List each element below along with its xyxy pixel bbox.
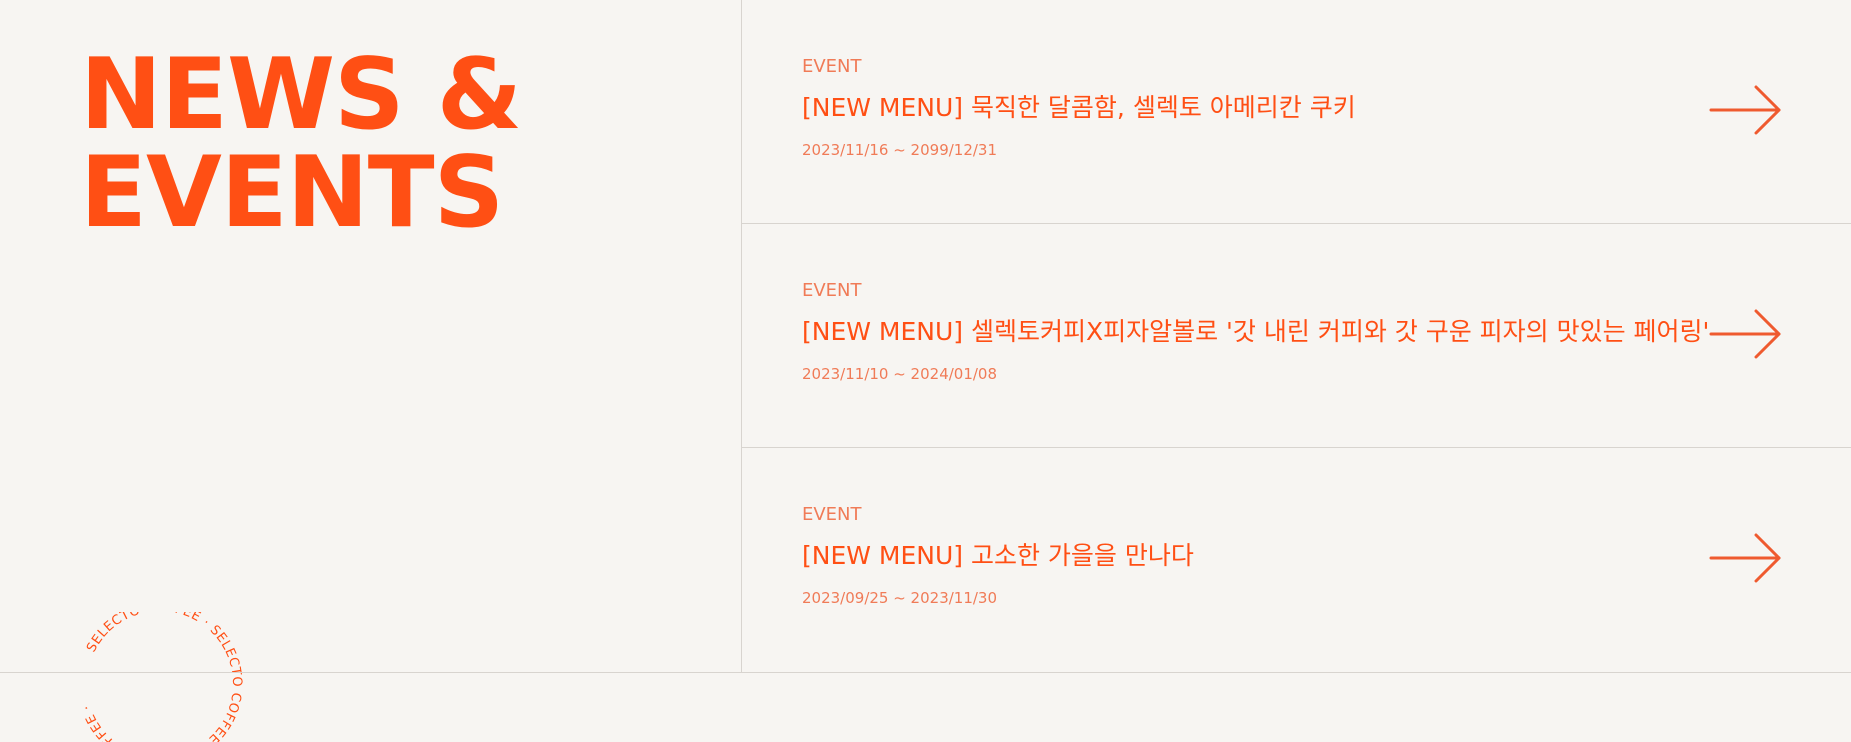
page-title-line-2: EVENTS <box>80 136 504 250</box>
event-dates-2: 2023/11/10 ~ 2024/01/08 <box>802 365 998 383</box>
section-heading-panel: NEWS & EVENTS SELECTO COFFEE · SELECTO C… <box>0 0 741 742</box>
arrow-right-icon[interactable] <box>1709 308 1783 362</box>
event-item-3[interactable]: EVENT [NEW MENU] 고소한 가을을 만나다 2023/09/25 … <box>742 448 1851 673</box>
arrow-right-icon-svg <box>1709 533 1781 583</box>
events-list: EVENT [NEW MENU] 묵직한 달콤함, 셀렉토 아메리칸 쿠키 20… <box>742 0 1851 673</box>
event-title-1[interactable]: [NEW MENU] 묵직한 달콤함, 셀렉토 아메리칸 쿠키 <box>802 93 1356 123</box>
badge-ring-svg: SELECTO COFFEE · SELECTO COFFEE · SELECT… <box>82 612 244 742</box>
arrow-right-icon[interactable] <box>1709 532 1783 586</box>
event-dates-1: 2023/11/16 ~ 2099/12/31 <box>802 141 998 159</box>
badge-circular-text: SELECTO COFFEE · SELECTO COFFEE · SELECT… <box>82 612 244 742</box>
arrow-right-icon-svg <box>1709 85 1781 135</box>
event-category-3: EVENT <box>802 504 862 525</box>
event-item-1[interactable]: EVENT [NEW MENU] 묵직한 달콤함, 셀렉토 아메리칸 쿠키 20… <box>742 0 1851 224</box>
event-title-2[interactable]: [NEW MENU] 셀렉토커피X피자알볼로 '갓 내린 커피와 갓 구운 피자… <box>802 317 1709 347</box>
event-category-2: EVENT <box>802 280 862 301</box>
page-title: NEWS & EVENTS <box>80 38 522 250</box>
event-item-2[interactable]: EVENT [NEW MENU] 셀렉토커피X피자알볼로 '갓 내린 커피와 갓… <box>742 224 1851 448</box>
arrow-right-icon-svg <box>1709 309 1781 359</box>
event-category-1: EVENT <box>802 56 862 77</box>
badge-text-path: SELECTO COFFEE · SELECTO COFFEE · SELECT… <box>82 612 244 742</box>
event-dates-3: 2023/09/25 ~ 2023/11/30 <box>802 589 998 607</box>
selecto-coffee-circular-badge: SELECTO COFFEE · SELECTO COFFEE · SELECT… <box>82 612 282 742</box>
event-title-3[interactable]: [NEW MENU] 고소한 가을을 만나다 <box>802 541 1194 571</box>
news-events-page: NEWS & EVENTS SELECTO COFFEE · SELECTO C… <box>0 0 1851 742</box>
bottom-divider <box>0 672 1851 673</box>
arrow-right-icon[interactable] <box>1709 84 1783 138</box>
page-title-line-1: NEWS & <box>80 38 522 152</box>
